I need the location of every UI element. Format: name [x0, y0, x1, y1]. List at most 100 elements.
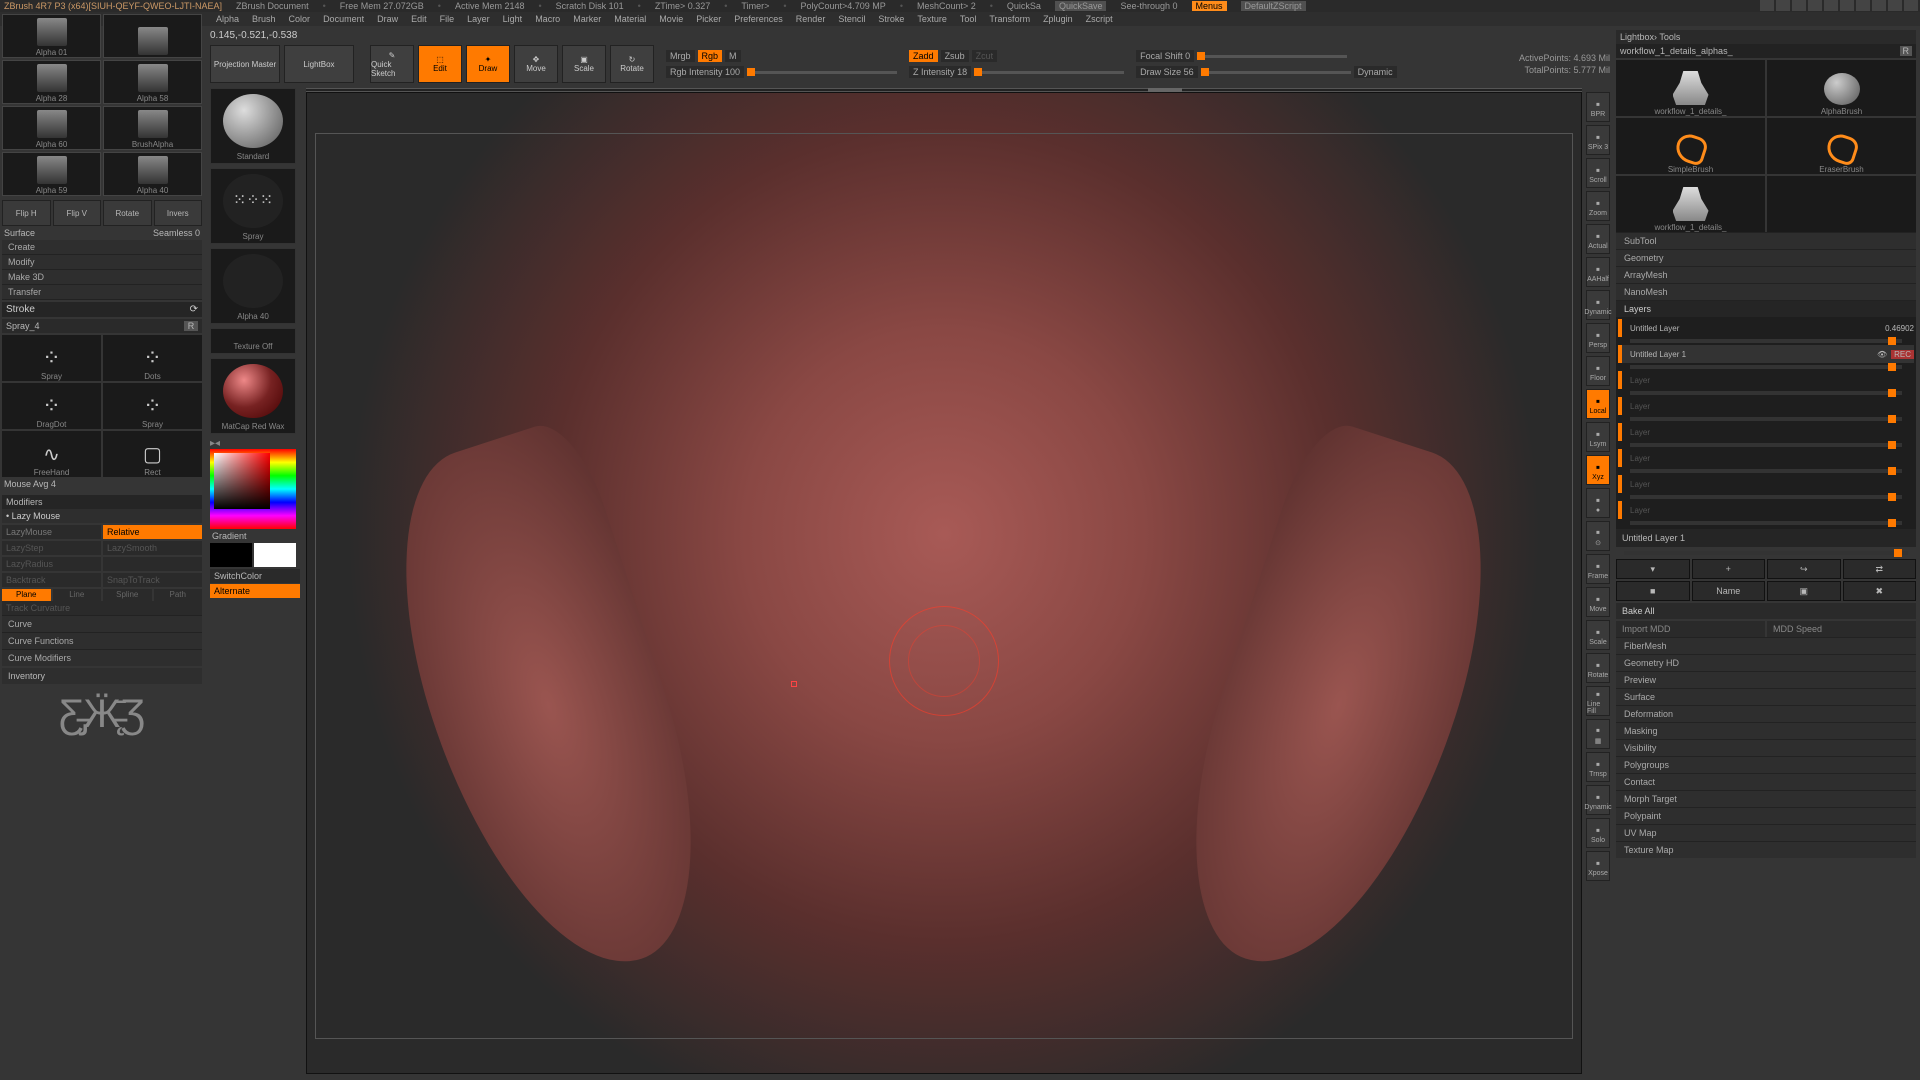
layer-row-1[interactable]: Untitled Layer0.46902	[1618, 319, 1914, 337]
projection-master-button[interactable]: Projection Master	[210, 45, 280, 83]
create-menu[interactable]: Create	[2, 240, 202, 255]
accordion-contact[interactable]: Contact	[1616, 773, 1916, 790]
material-thumb[interactable]: MatCap Red Wax	[210, 358, 296, 434]
mouse-avg-slider[interactable]: Mouse Avg 4	[4, 479, 56, 489]
track-spline[interactable]: Spline	[103, 589, 152, 601]
menu-light[interactable]: Light	[497, 14, 529, 24]
snaptotrack-cell[interactable]: SnapToTrack	[103, 573, 202, 587]
transfer-menu[interactable]: Transfer	[2, 285, 202, 300]
lazyradius-cell[interactable]: LazyRadius	[2, 557, 101, 571]
backtrack-cell[interactable]: Backtrack	[2, 573, 101, 587]
nav-floor[interactable]: ▪Floor	[1586, 356, 1610, 386]
alpha-thumb[interactable]: Alpha 60	[2, 106, 101, 150]
tool-thumb[interactable]: SimpleBrush	[1616, 118, 1765, 174]
nav-spix-3[interactable]: ▪SPix 3	[1586, 125, 1610, 155]
layer-btn[interactable]: ↪	[1767, 559, 1841, 579]
menu-movie[interactable]: Movie	[653, 14, 689, 24]
tool-thumb[interactable]: workflow_1_details_	[1616, 176, 1765, 232]
color-picker[interactable]	[210, 449, 296, 529]
tool-thumb[interactable]: EraserBrush	[1767, 118, 1916, 174]
stroke-rect[interactable]: Rect	[103, 431, 202, 477]
layer-btn[interactable]: ▣	[1767, 581, 1841, 601]
layers-header[interactable]: Layers	[1616, 300, 1916, 317]
nav-persp[interactable]: ▪Persp	[1586, 323, 1610, 353]
flip-v-button[interactable]: Flip V	[53, 200, 102, 226]
layer-row-2[interactable]: Untitled Layer 1👁REC	[1618, 345, 1914, 363]
nav-solo[interactable]: ▪Solo	[1586, 818, 1610, 848]
track-plane[interactable]: Plane	[2, 589, 51, 601]
menu-tool[interactable]: Tool	[954, 14, 983, 24]
curve-header[interactable]: Curve	[2, 615, 202, 632]
nav-scroll[interactable]: ▪Scroll	[1586, 158, 1610, 188]
nav-xyz[interactable]: ▪Xyz	[1586, 455, 1610, 485]
draw-mode-button[interactable]: ✦Draw	[466, 45, 510, 83]
lazymouse-cell[interactable]: LazyMouse	[2, 525, 101, 539]
alternate-button[interactable]: Alternate	[210, 584, 300, 598]
eye-icon[interactable]: 👁	[1877, 350, 1887, 359]
viewport[interactable]	[306, 92, 1582, 1074]
tool-thumb[interactable]	[1767, 176, 1916, 232]
surface-label[interactable]: Surface	[4, 228, 35, 238]
menu-edit[interactable]: Edit	[405, 14, 433, 24]
m-toggle[interactable]: M	[725, 50, 741, 62]
brush-thumb-standard[interactable]: Standard	[210, 88, 296, 164]
dynamic-toggle[interactable]: Dynamic	[1354, 66, 1397, 78]
menu-stencil[interactable]: Stencil	[832, 14, 871, 24]
accordion-surface[interactable]: Surface	[1616, 688, 1916, 705]
texture-thumb[interactable]: Texture Off	[210, 328, 296, 354]
nav-local[interactable]: ▪Local	[1586, 389, 1610, 419]
lazy-mouse-header[interactable]: Lazy Mouse	[12, 511, 61, 521]
menu-marker[interactable]: Marker	[567, 14, 607, 24]
menu-zscript[interactable]: Zscript	[1080, 14, 1119, 24]
alpha-thumb[interactable]	[103, 14, 202, 58]
accordion-fibermesh[interactable]: FiberMesh	[1616, 637, 1916, 654]
rgb-toggle[interactable]: Rgb	[698, 50, 723, 62]
menu-color[interactable]: Color	[283, 14, 317, 24]
inventory-header[interactable]: Inventory	[2, 668, 202, 684]
stroke-spray[interactable]: Spray	[103, 383, 202, 429]
menu-render[interactable]: Render	[790, 14, 832, 24]
alpha-thumb[interactable]: Alpha 40	[210, 248, 296, 324]
nav-scale[interactable]: ▪Scale	[1586, 620, 1610, 650]
menu-material[interactable]: Material	[608, 14, 652, 24]
modifiers-header[interactable]: Modifiers	[2, 495, 202, 509]
menu-picker[interactable]: Picker	[690, 14, 727, 24]
accordion-subtool[interactable]: SubTool	[1616, 232, 1916, 249]
lightbox-button[interactable]: LightBox	[284, 45, 354, 83]
draw-size-slider[interactable]: Draw Size 56	[1136, 66, 1198, 78]
lightbox-tools-header[interactable]: Lightbox› Tools	[1616, 30, 1916, 44]
nav-rotate[interactable]: ▪Rotate	[1586, 653, 1610, 683]
accordion-polygroups[interactable]: Polygroups	[1616, 756, 1916, 773]
accordion-uv-map[interactable]: UV Map	[1616, 824, 1916, 841]
gradient-swatches[interactable]	[210, 543, 300, 567]
layer-btn[interactable]: +	[1692, 559, 1766, 579]
zcut-toggle[interactable]: Zcut	[972, 50, 998, 62]
accordion-deformation[interactable]: Deformation	[1616, 705, 1916, 722]
tool-thumb[interactable]: AlphaBrush	[1767, 60, 1916, 116]
stroke-dragdot[interactable]: DragDot	[2, 383, 101, 429]
menu-stroke[interactable]: Stroke	[872, 14, 910, 24]
alpha-thumb[interactable]: Alpha 59	[2, 152, 101, 196]
zadd-toggle[interactable]: Zadd	[909, 50, 938, 62]
focal-shift-slider[interactable]: Focal Shift 0	[1136, 50, 1194, 62]
menu-macro[interactable]: Macro	[529, 14, 566, 24]
nav-zoom[interactable]: ▪Zoom	[1586, 191, 1610, 221]
alpha-thumb[interactable]: Alpha 01	[2, 14, 101, 58]
gradient-label[interactable]: Gradient	[210, 529, 300, 543]
track-curvature[interactable]: Track Curvature	[2, 601, 202, 615]
alpha-thumb[interactable]: Alpha 40	[103, 152, 202, 196]
nav-lsym[interactable]: ▪Lsym	[1586, 422, 1610, 452]
nav-dynamic[interactable]: ▪Dynamic	[1586, 290, 1610, 320]
lazystep-cell[interactable]: LazyStep	[2, 541, 101, 555]
accordion-morph-target[interactable]: Morph Target	[1616, 790, 1916, 807]
menu-texture[interactable]: Texture	[911, 14, 953, 24]
current-layer-name[interactable]: Untitled Layer 1	[1616, 529, 1916, 547]
stroke-r-button[interactable]: R	[184, 321, 198, 331]
accordion-geometry[interactable]: Geometry	[1616, 249, 1916, 266]
accordion-arraymesh[interactable]: ArrayMesh	[1616, 266, 1916, 283]
curve-modifiers-header[interactable]: Curve Modifiers	[2, 649, 202, 666]
menu-brush[interactable]: Brush	[246, 14, 282, 24]
track-line[interactable]: Line	[53, 589, 102, 601]
z-intensity-slider[interactable]: Z Intensity 18	[909, 66, 971, 78]
nav-trnsp[interactable]: ▪Trnsp	[1586, 752, 1610, 782]
